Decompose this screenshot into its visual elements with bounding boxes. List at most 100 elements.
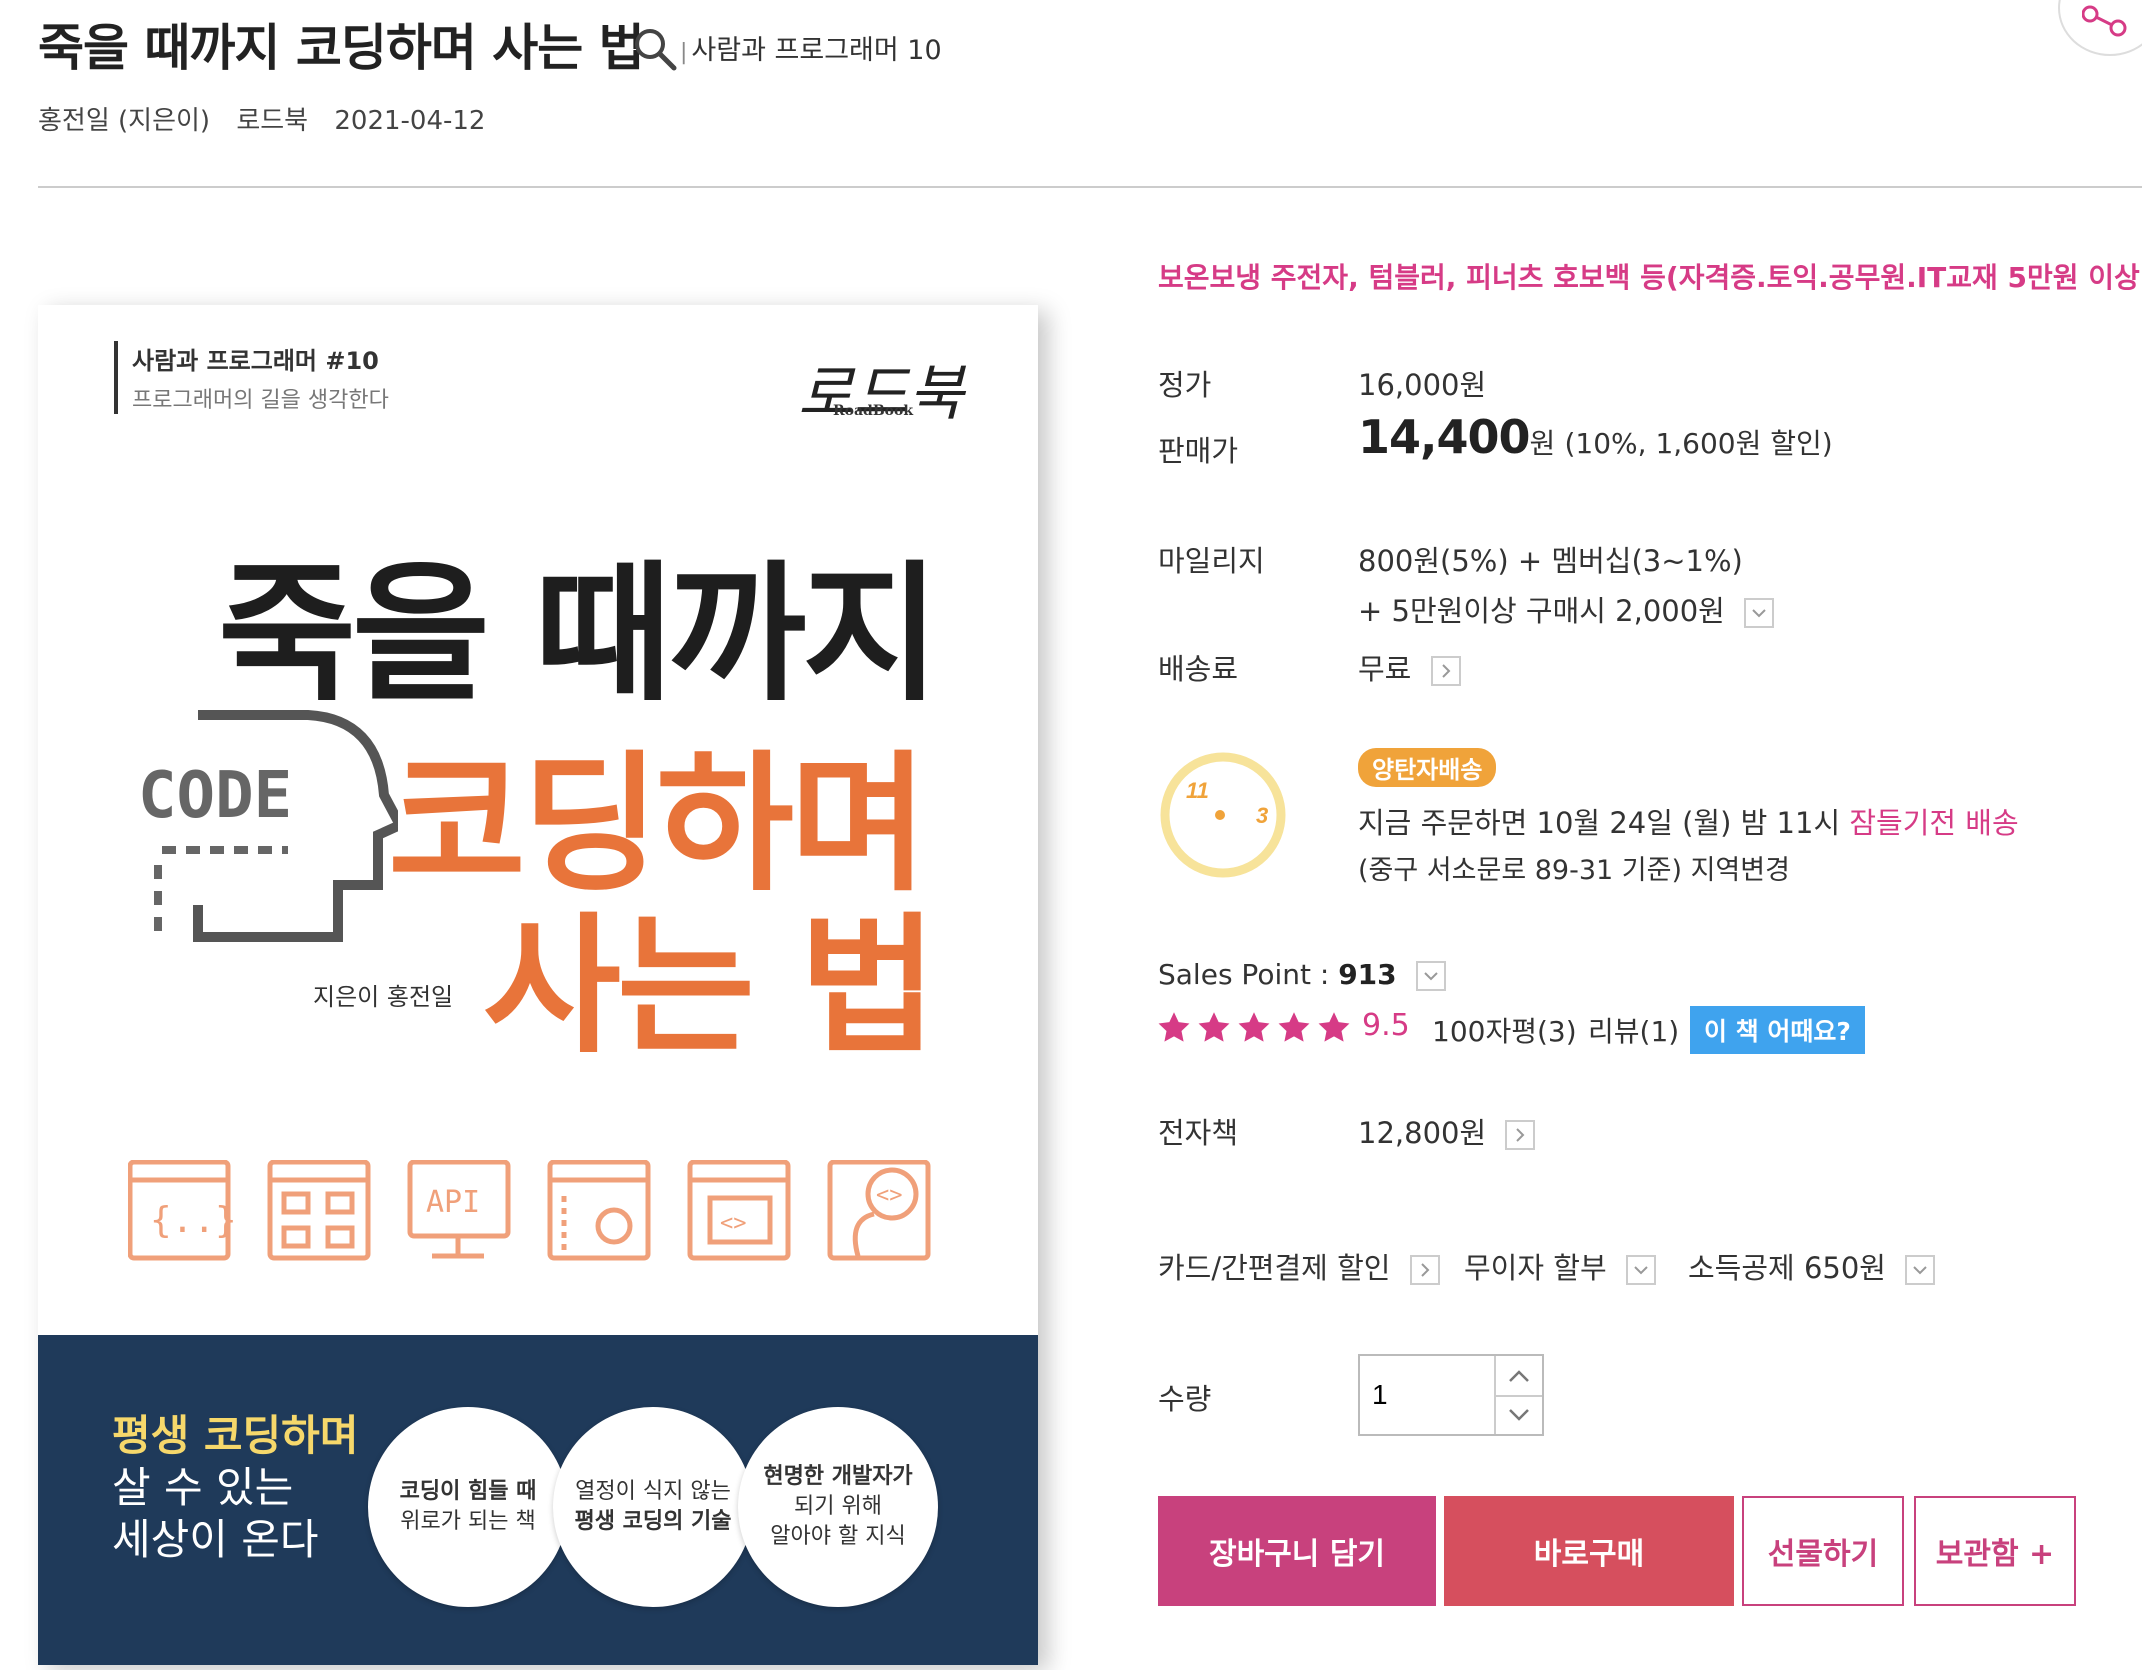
quantity-stepper xyxy=(1358,1354,1544,1436)
quantity-spinner xyxy=(1494,1356,1542,1434)
sales-point-label: Sales Point : xyxy=(1158,958,1339,991)
sale-price: 14,400원 (10%, 1,600원 할인) xyxy=(1358,410,1833,464)
wishlist-button[interactable]: 보관함 + xyxy=(1914,1496,2076,1606)
sale-discount: (10%, 1,600원 할인) xyxy=(1564,427,1833,460)
code-bulb-icon: <> xyxy=(827,1159,931,1261)
sales-point-value: 913 xyxy=(1338,958,1397,991)
quantity-increase-button[interactable] xyxy=(1496,1356,1542,1397)
chevron-up-icon xyxy=(1509,1369,1529,1382)
chevron-right-icon xyxy=(1420,1263,1430,1277)
chevron-down-icon xyxy=(1752,609,1766,618)
installment: 무이자 할부 xyxy=(1464,1245,1656,1287)
change-region-link[interactable]: 지역변경 xyxy=(1691,855,1790,886)
shipping-fee-info-toggle[interactable] xyxy=(1430,656,1461,686)
clock-3-label: 3 xyxy=(1256,803,1268,828)
chevron-down-icon xyxy=(1913,1266,1927,1275)
add-to-cart-button[interactable]: 장바구니 담기 xyxy=(1158,1496,1436,1606)
ebook-price-value[interactable]: 12,800원 xyxy=(1358,1116,1486,1150)
svg-text:<>: <> xyxy=(876,1183,903,1208)
mileage-label: 마일리지 xyxy=(1158,544,1265,578)
book-title: 죽을 때까지 코딩하며 사는 법 xyxy=(38,19,645,77)
api-monitor-icon: API xyxy=(407,1159,511,1259)
quantity-input[interactable] xyxy=(1360,1356,1494,1434)
cover-circle-2-b: 평생 코딩의 기술 xyxy=(574,1509,732,1534)
short-review-link[interactable]: 100자평(3) xyxy=(1432,1010,1577,1050)
cover-series-line2: 프로그래머의 길을 생각한다 xyxy=(132,388,389,413)
sales-point: Sales Point : 913 xyxy=(1158,958,1446,991)
cover-title-line3: 사는 법 xyxy=(483,900,937,1074)
chevron-right-icon xyxy=(1516,1128,1525,1142)
card-discount-label[interactable]: 카드/간편결제 할인 xyxy=(1158,1251,1390,1285)
book-cover-image[interactable]: 사람과 프로그래머 #10 프로그래머의 길을 생각한다 로드북 RoadBoo… xyxy=(38,305,1038,1665)
income-deduction-label[interactable]: 소득공제 650원 xyxy=(1688,1251,1886,1285)
promo-link[interactable]: 보온보냉 주전자, 텀블러, 피너츠 호보백 등(자격증.토익.공무원.IT교재… xyxy=(1158,256,2142,296)
cover-series-line1: 사람과 프로그래머 #10 xyxy=(132,347,379,375)
installment-toggle[interactable] xyxy=(1625,1255,1656,1285)
sale-price-label: 판매가 xyxy=(1158,434,1239,468)
star-icon xyxy=(1158,1012,1190,1042)
cover-circle-3-a: 현명한 개발자가 xyxy=(763,1464,913,1489)
cover-series: 사람과 프로그래머 #10 프로그래머의 길을 생각한다 xyxy=(114,341,389,414)
star-icon xyxy=(1198,1012,1230,1042)
share-icon xyxy=(2082,5,2127,37)
installment-label[interactable]: 무이자 할부 xyxy=(1464,1251,1607,1285)
shipping-fee-value: 무료 xyxy=(1358,652,1412,686)
cover-title-line1: 죽을 때까지 xyxy=(218,548,940,722)
chevron-right-icon xyxy=(1441,664,1451,678)
braces-window-icon: {..} xyxy=(127,1159,237,1261)
delivery-address-text: (중구 서소문로 89-31 기준) xyxy=(1358,855,1691,886)
svg-text:<>: <> xyxy=(720,1211,747,1236)
code-head-icon: CODE xyxy=(138,705,407,949)
delivery-type-highlight: 잠들기전 배송 xyxy=(1849,806,2019,840)
publisher-logo-sub: RoadBook xyxy=(833,403,914,419)
search-icon[interactable] xyxy=(632,26,678,72)
cover-icon-row: {..} API <> <> xyxy=(127,1159,968,1274)
ask-opinion-button[interactable]: 이 책 어때요? xyxy=(1690,1006,1865,1054)
book-meta: 홍전일 (지은이) 로드북 2021-04-12 xyxy=(38,100,503,137)
share-button[interactable] xyxy=(2058,0,2142,56)
sale-price-unit: 원 xyxy=(1529,427,1556,460)
review-link[interactable]: 리뷰(1) xyxy=(1588,1010,1679,1050)
shipping-fee: 무료 xyxy=(1358,646,1461,688)
quantity-decrease-button[interactable] xyxy=(1496,1395,1542,1434)
publisher-link[interactable]: 로드북 xyxy=(236,106,308,136)
series-link[interactable]: | 사람과 프로그래머 10 xyxy=(680,28,942,67)
income-deduction: 소득공제 650원 xyxy=(1688,1245,1936,1287)
cover-circle-3-c: 알아야 할 지식 xyxy=(770,1524,906,1549)
ebook-link-toggle[interactable] xyxy=(1505,1120,1536,1150)
star-icon xyxy=(1278,1012,1310,1042)
list-price-value: 16,000원 xyxy=(1358,368,1487,402)
sales-point-toggle[interactable] xyxy=(1415,961,1446,991)
series-separator: | xyxy=(680,40,688,65)
code-folder-icon: <> xyxy=(687,1159,791,1261)
sale-price-value: 14,400 xyxy=(1358,410,1531,464)
series-label: 사람과 프로그래머 10 xyxy=(691,35,942,66)
cover-circle-2: 열정이 식지 않는평생 코딩의 기술 xyxy=(553,1407,753,1607)
buy-now-button[interactable]: 바로구매 xyxy=(1444,1496,1734,1606)
delivery-estimate: 지금 주문하면 10월 24일 (월) 밤 11시 잠들기전 배송 xyxy=(1358,800,2019,842)
cover-circle-3: 현명한 개발자가 되기 위해 알아야 할 지식 xyxy=(738,1407,938,1607)
star-icon xyxy=(1318,1012,1350,1042)
cover-circle-1-a: 코딩이 힘들 때 xyxy=(399,1479,537,1504)
card-discount-toggle[interactable] xyxy=(1409,1255,1440,1285)
author-link[interactable]: 홍전일 (지은이) xyxy=(38,106,210,136)
code-label: CODE xyxy=(138,759,292,833)
publish-date: 2021-04-12 xyxy=(334,106,486,136)
cover-circle-2-a: 열정이 식지 않는 xyxy=(575,1479,731,1504)
chevron-down-icon xyxy=(1423,972,1438,981)
mileage-expand-toggle[interactable] xyxy=(1744,598,1775,628)
card-discount: 카드/간편결제 할인 xyxy=(1158,1245,1440,1287)
mileage-line1: 800원(5%) + 멤버십(3~1%) xyxy=(1358,544,1743,578)
star-rating xyxy=(1156,1010,1356,1050)
gift-button[interactable]: 선물하기 xyxy=(1742,1496,1904,1606)
mileage-line2-text: + 5만원이상 구매시 2,000원 xyxy=(1358,594,1725,628)
ebook-price: 12,800원 xyxy=(1358,1110,1536,1152)
cover-author: 지은이 홍전일 xyxy=(313,983,454,1011)
flowchart-window-icon xyxy=(267,1159,371,1261)
cover-slogan-line3: 세상이 온다 xyxy=(112,1515,319,1564)
carpet-delivery-badge: 양탄자배송 xyxy=(1358,748,1497,787)
income-deduction-toggle[interactable] xyxy=(1905,1255,1936,1285)
star-icon xyxy=(1238,1012,1270,1042)
shipping-fee-label: 배송료 xyxy=(1158,652,1239,686)
settings-doc-icon xyxy=(547,1159,651,1261)
